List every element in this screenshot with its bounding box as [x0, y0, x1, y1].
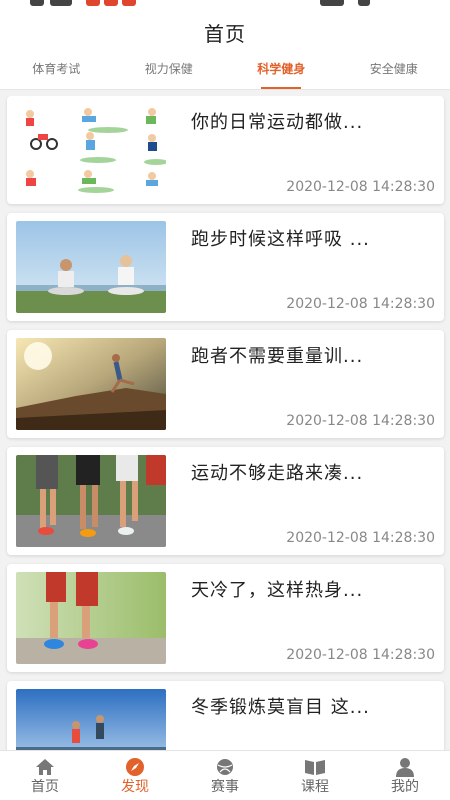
tabbar-discover-label: 发现 — [121, 779, 149, 795]
article-title: 你的日常运动都做... — [191, 112, 364, 133]
article-card[interactable]: 你的日常运动都做... 2020-12-08 14:28:30 — [7, 96, 444, 204]
tabbar-discover[interactable]: 发现 — [90, 751, 180, 800]
article-card[interactable]: 跑步时候这样呼吸 ... 2020-12-08 14:28:30 — [7, 213, 444, 321]
tab-eye-care[interactable]: 视力保健 — [113, 54, 226, 89]
article-date: 2020-12-08 14:28:30 — [286, 179, 435, 195]
tab-fitness[interactable]: 科学健身 — [225, 54, 338, 89]
article-title: 运动不够走路来凑... — [191, 463, 364, 484]
tabbar-courses[interactable]: 课程 — [270, 751, 360, 800]
article-date: 2020-12-08 14:28:30 — [286, 530, 435, 546]
tab-safety-health[interactable]: 安全健康 — [338, 54, 450, 89]
bottom-tab-bar: 首页 发现 赛事 课程 我的 — [0, 750, 450, 800]
article-thumbnail — [16, 689, 166, 750]
tabbar-events[interactable]: 赛事 — [180, 751, 270, 800]
tabbar-courses-label: 课程 — [301, 779, 329, 795]
tabbar-profile-label: 我的 — [391, 779, 419, 795]
article-date: 2020-12-08 14:28:30 — [286, 296, 435, 312]
article-title: 跑者不需要重量训... — [191, 346, 364, 367]
tab-sports-exam[interactable]: 体育考试 — [0, 54, 113, 89]
status-icon — [86, 0, 100, 6]
article-thumbnail — [16, 455, 166, 547]
status-icon — [320, 0, 344, 6]
status-icon — [50, 0, 72, 6]
ball-icon — [180, 757, 270, 777]
tabbar-profile[interactable]: 我的 — [360, 751, 450, 800]
article-title: 天冷了，这样热身... — [191, 580, 364, 601]
article-card[interactable]: 冬季锻炼莫盲目 这... — [7, 681, 444, 750]
status-icon — [122, 0, 136, 6]
tabbar-home-label: 首页 — [31, 779, 59, 795]
article-list: 你的日常运动都做... 2020-12-08 14:28:30 跑步时候这样呼吸… — [0, 96, 450, 750]
tabbar-home[interactable]: 首页 — [0, 751, 90, 800]
page-header: 首页 — [0, 14, 450, 54]
category-tabs: 体育考试 视力保健 科学健身 安全健康 — [0, 54, 450, 90]
article-date: 2020-12-08 14:28:30 — [286, 647, 435, 663]
article-date: 2020-12-08 14:28:30 — [286, 413, 435, 429]
status-icon — [358, 0, 370, 6]
article-thumbnail — [16, 221, 166, 313]
article-thumbnail — [16, 572, 166, 664]
page-title: 首页 — [204, 22, 246, 46]
book-icon — [270, 757, 360, 777]
status-icon — [104, 0, 118, 6]
article-card[interactable]: 天冷了，这样热身... 2020-12-08 14:28:30 — [7, 564, 444, 672]
compass-icon — [90, 757, 180, 777]
status-bar — [0, 0, 450, 14]
article-title: 跑步时候这样呼吸 ... — [191, 229, 370, 250]
status-icon — [30, 0, 44, 6]
tabbar-events-label: 赛事 — [211, 779, 239, 795]
article-card[interactable]: 运动不够走路来凑... 2020-12-08 14:28:30 — [7, 447, 444, 555]
article-thumbnail — [16, 338, 166, 430]
article-card[interactable]: 跑者不需要重量训... 2020-12-08 14:28:30 — [7, 330, 444, 438]
article-thumbnail — [16, 104, 166, 196]
person-icon — [360, 757, 450, 777]
home-icon — [0, 757, 90, 777]
article-title: 冬季锻炼莫盲目 这... — [191, 697, 370, 718]
